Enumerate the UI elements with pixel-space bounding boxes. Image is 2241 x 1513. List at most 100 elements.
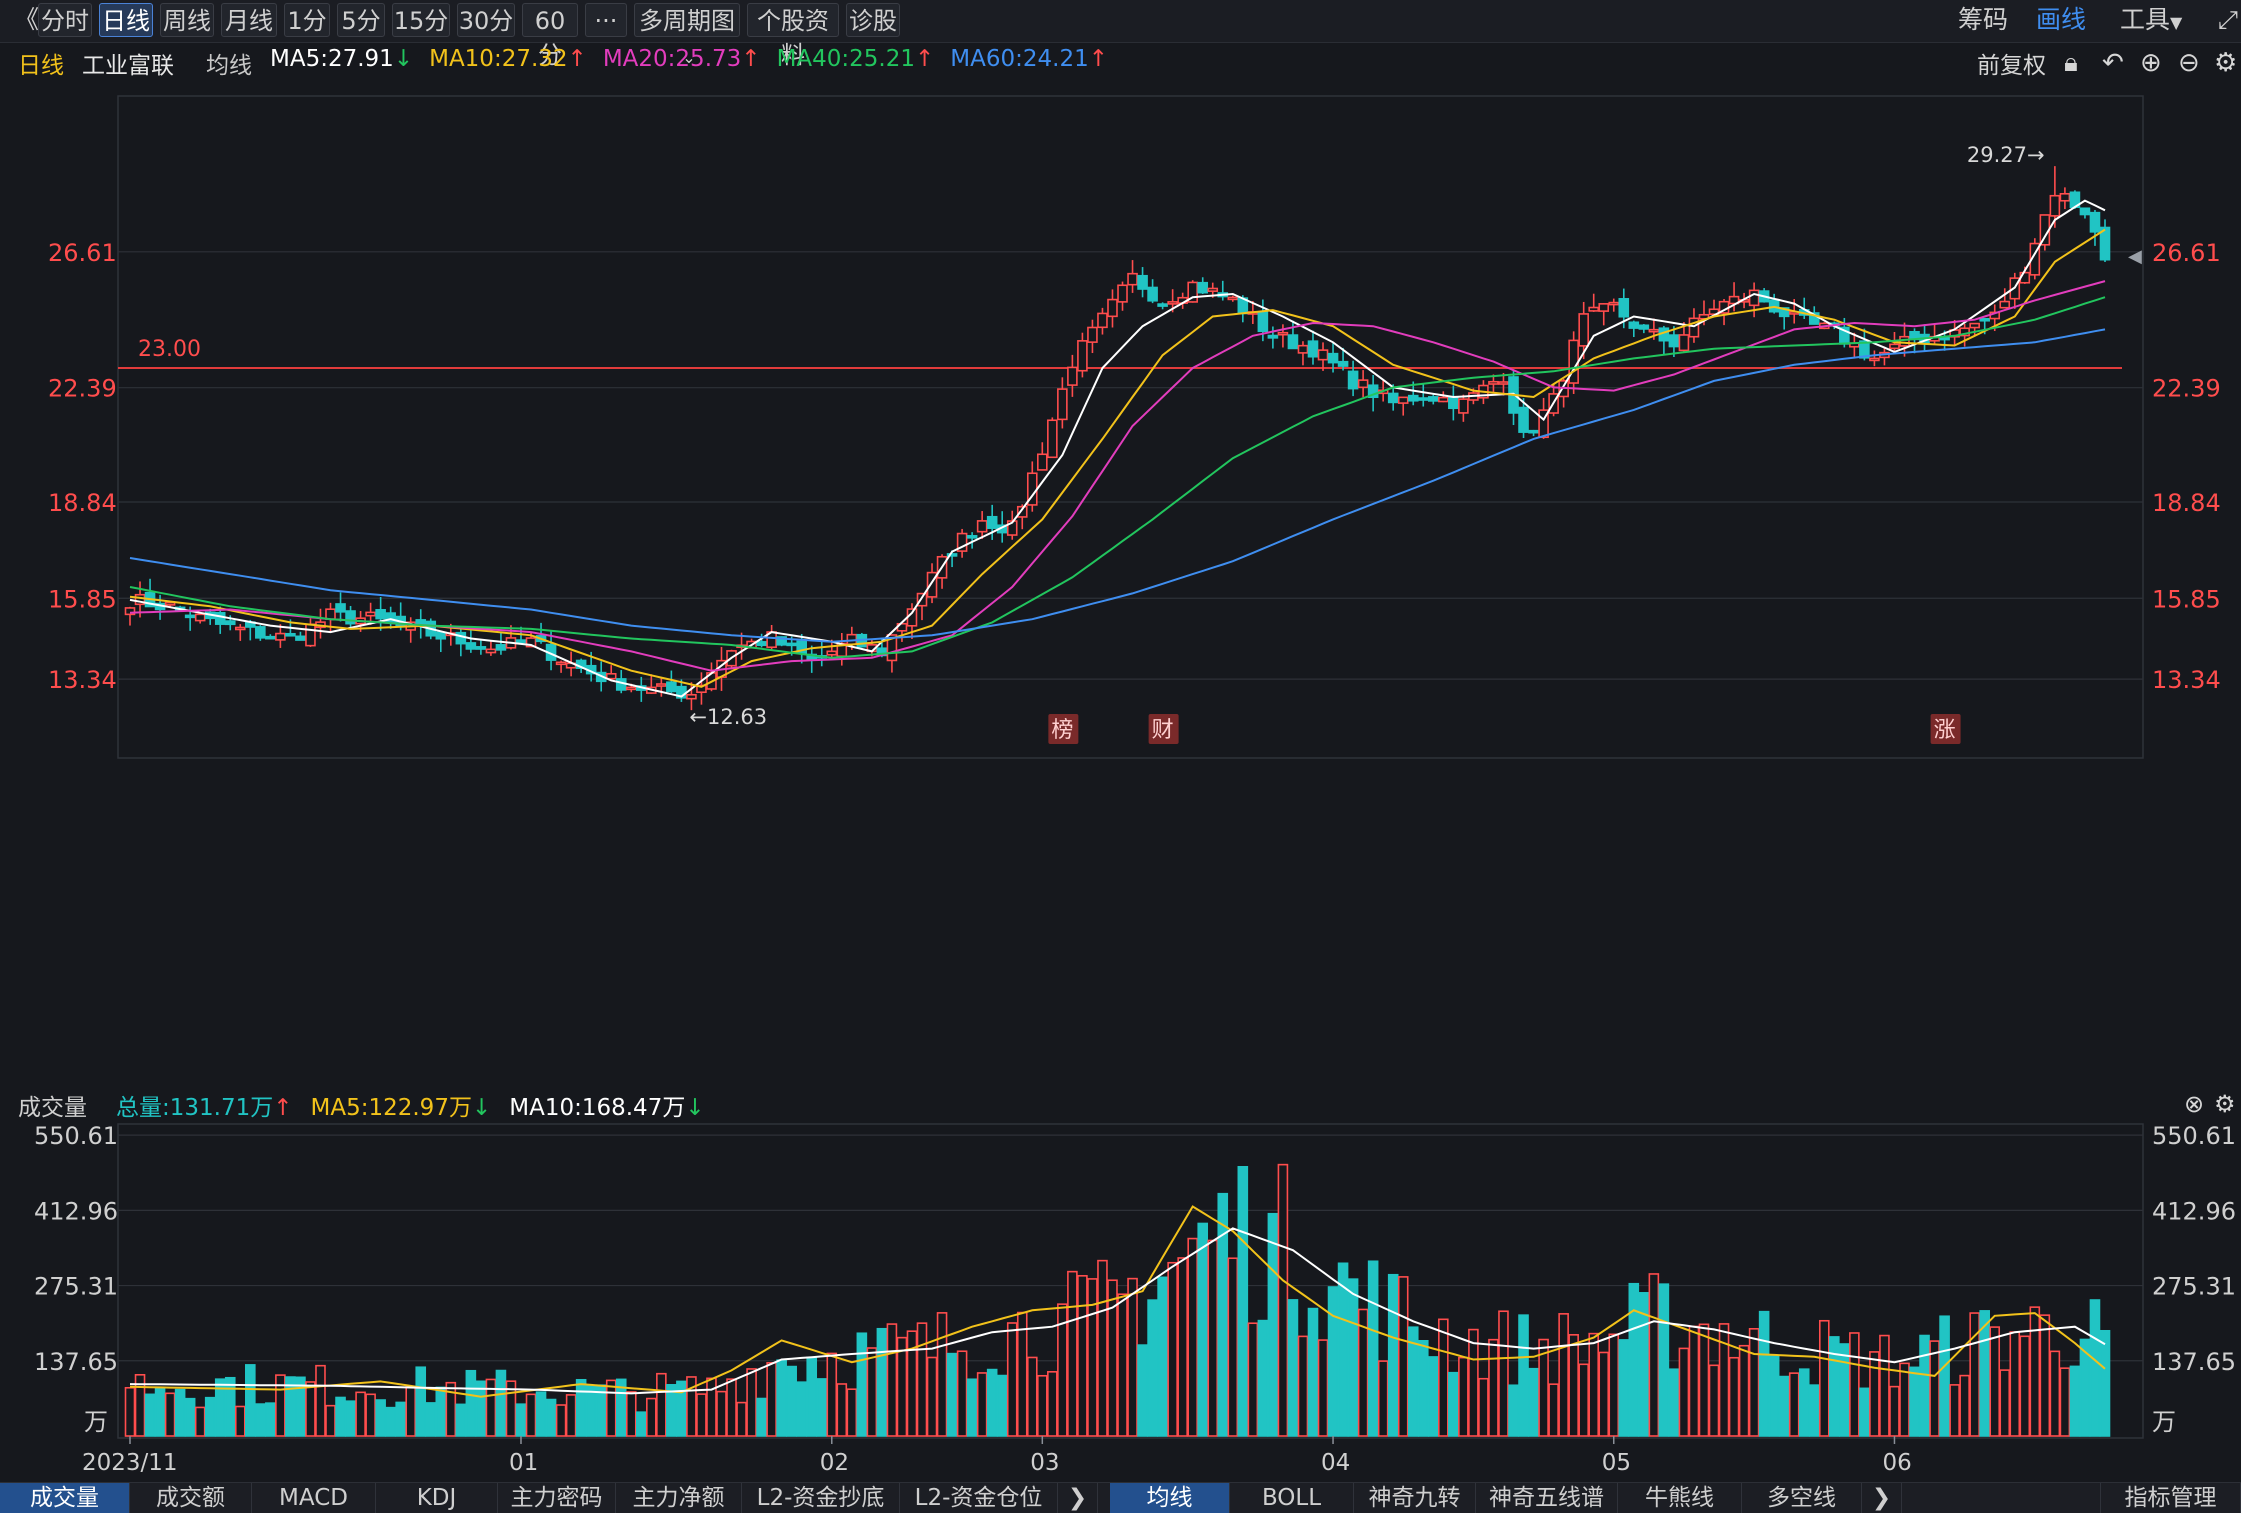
tab-main-net[interactable]: 主力净额 [616,1483,742,1513]
volume-bar [1999,1369,2011,1437]
volume-bar [716,1390,727,1437]
vol-tick-left-2: 275.31 [34,1273,118,1301]
tab-15min[interactable]: 15分 [392,3,450,37]
candle [1458,398,1469,414]
candle [365,611,376,617]
volume-bar [405,1386,417,1437]
volume-bar [1989,1326,2001,1437]
tab-boll[interactable]: BOLL [1230,1483,1354,1513]
tab-intraday[interactable]: 分时 [38,3,92,37]
multi-period-dropdown[interactable]: 多周期图⌄ [634,3,740,67]
vol-value-1: MA5:122.97万 [310,1095,472,1121]
candle [625,686,637,691]
chips-button[interactable]: 筹码 [1958,3,2008,37]
volume-bar [325,1404,336,1437]
x-label-6: 06 [1882,1450,1911,1476]
volume-bar [495,1369,507,1437]
volume-bar [1849,1332,1860,1437]
close-icon[interactable]: ⊗ [2184,1090,2204,1118]
volume-bar [1578,1363,1589,1437]
tab-magic-five[interactable]: 神奇五线谱 [1476,1483,1618,1513]
volume-bar [1448,1371,1459,1437]
candle [1097,312,1108,329]
volume-bar [1668,1368,1680,1437]
tab-long-short[interactable]: 多空线 [1742,1483,1862,1513]
tab-ma[interactable]: 均线 [1110,1483,1230,1513]
volume-bar [1718,1323,1730,1437]
tab-l2-bottom[interactable]: L2-资金抄底 [742,1483,900,1513]
price-chart[interactable]: 26.61 26.61 22.39 22.39 18.84 18.84 15.85 15.85… [0,84,2241,1074]
volume-bar [1758,1310,1770,1437]
tools-menu[interactable]: 工具▼ [2120,3,2182,37]
volume-values: 总量:131.71万↑ MA5:122.97万↓ MA10:168.47万↓ [116,1088,723,1122]
indicator-tabs: 成交量 成交额 MACD KDJ 主力密码 主力净额 L2-资金抄底 L2-资金… [0,1482,2241,1513]
tab-kdj[interactable]: KDJ [376,1483,498,1513]
volume-bar [1949,1384,1960,1437]
volume-bar [1688,1325,1700,1437]
draw-line-button[interactable]: 画线 [2036,3,2086,37]
ma-value-4: MA60:24.21 [950,46,1089,72]
tab-5min[interactable]: 5分 [337,3,385,37]
tab-volume[interactable]: 成交量 [0,1483,130,1513]
candle [1598,303,1610,312]
volume-bar [1678,1347,1690,1437]
tab-60min[interactable]: 60分 [522,3,578,69]
candle [1277,331,1289,336]
vol-tick-left-3: 137.65 [34,1348,118,1376]
volume-bar [465,1369,477,1437]
volume-bar [275,1374,286,1437]
indicator-manage-button[interactable]: 指标管理 [2100,1483,2241,1513]
candle [1167,301,1178,305]
expand-icon[interactable]: ⤢ [2218,3,2238,37]
volume-bar [1818,1319,1830,1437]
tab-l2-position[interactable]: L2-资金仓位 [900,1483,1058,1513]
stock-info-button[interactable]: 个股资料 [747,3,839,69]
tab-macd[interactable]: MACD [252,1483,376,1513]
candle [1297,344,1309,354]
lock-icon[interactable]: 🔒︎ [2064,48,2078,79]
volume-bar [1608,1333,1620,1437]
adjust-mode[interactable]: 前复权 [1977,46,2046,80]
volume-chart[interactable]: 550.61 550.61 412.96 412.96 275.31 275.31 137.… [0,1122,2241,1482]
volume-bar [365,1393,376,1437]
candle [234,626,246,631]
volume-bar [1568,1334,1579,1437]
price-tick-left-0: 26.61 [48,239,117,267]
tab-weekly[interactable]: 周线 [160,3,214,37]
volume-bar [1327,1286,1339,1437]
tab-magic-nine[interactable]: 神奇九转 [1354,1483,1476,1513]
settings-gear-icon[interactable]: ⚙ [2214,48,2237,78]
zoom-out-icon[interactable]: ⊖ [2178,48,2200,78]
volume-legend: 成交量 总量:131.71万↑ MA5:122.97万↓ MA10:168.47万↓ [0,1086,2241,1122]
tab-monthly[interactable]: 月线 [221,3,277,37]
volume-settings-icon[interactable]: ⚙ [2214,1090,2236,1118]
plot-frame [117,95,2144,759]
volume-bar [315,1364,326,1437]
volume-bar [1237,1165,1249,1437]
scroll-right-arrow-2[interactable]: ❯ [1862,1483,1902,1513]
back-button[interactable]: 《 [14,3,39,37]
indicator-mode[interactable]: 均线 [206,46,252,80]
candle [1317,349,1329,361]
volume-bar [966,1378,978,1437]
vol-tick-right-3: 137.65 [2152,1348,2236,1376]
zoom-in-icon[interactable]: ⊕ [2140,48,2162,78]
volume-bar [1177,1257,1188,1437]
undo-icon[interactable]: ↶ [2102,48,2124,78]
tab-bull-bear[interactable]: 牛熊线 [1618,1483,1742,1513]
candle [1137,274,1148,290]
tab-daily[interactable]: 日线 [99,3,153,37]
tab-main-force-code[interactable]: 主力密码 [498,1483,616,1513]
candle [1518,406,1529,433]
volume-bar [1919,1334,1930,1437]
scroll-right-arrow[interactable]: ❯ [1058,1483,1098,1513]
tab-turnover[interactable]: 成交额 [130,1483,252,1513]
tab-1min[interactable]: 1分 [284,3,330,37]
caret-down-icon: ▼ [2170,13,2183,32]
volume-bar [2049,1350,2061,1437]
volume-bar [184,1397,196,1437]
more-periods-button[interactable]: ··· [585,3,627,37]
tab-30min[interactable]: 30分 [457,3,515,37]
candle [1067,366,1078,386]
diagnose-button[interactable]: 诊股 [846,3,900,37]
